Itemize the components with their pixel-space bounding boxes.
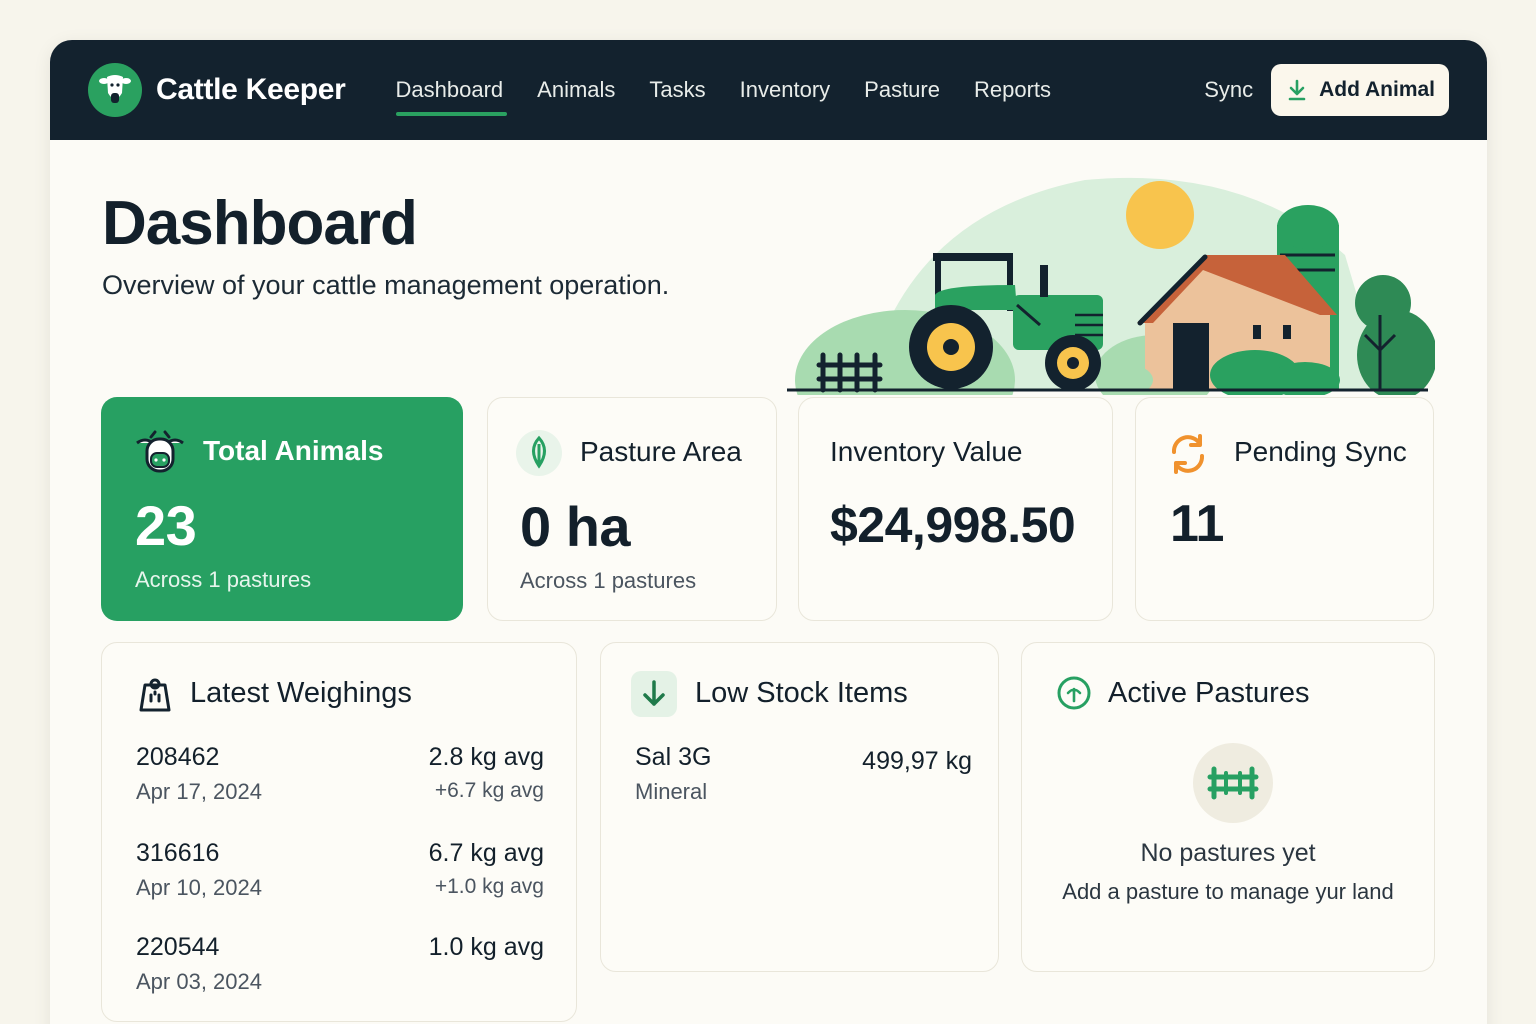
arrow-down-icon <box>631 671 677 722</box>
pasture-area-value: 0 ha <box>520 495 631 558</box>
stock-item-category: Mineral <box>635 779 708 804</box>
scale-weight-icon <box>138 677 172 718</box>
sync-link[interactable]: Sync <box>1204 77 1253 103</box>
page-subtitle: Overview of your cattle management opera… <box>102 270 670 300</box>
total-animals-card[interactable]: Total Animals 23 Across 1 pastures <box>101 397 463 621</box>
pending-sync-title: Pending Sync <box>1234 436 1407 467</box>
nav-link-pasture[interactable]: Pasture <box>864 40 940 140</box>
active-pastures-title: Active Pastures <box>1108 677 1310 709</box>
add-animal-button[interactable]: Add Animal <box>1271 64 1449 116</box>
weighing-row[interactable]: 208462 Apr 17, 2024 2.8 kg avg +6.7 kg a… <box>136 743 544 813</box>
weighing-date: Apr 10, 2024 <box>136 875 262 900</box>
top-navbar: Cattle Keeper Dashboard Animals Tasks In… <box>50 40 1487 140</box>
pasture-area-foot: Across 1 pastures <box>520 568 697 593</box>
app-name: Cattle Keeper <box>156 73 346 106</box>
low-stock-panel: Low Stock Items Sal 3G Mineral 499,97 kg <box>600 642 999 972</box>
inventory-value-card[interactable]: Inventory Value $24,998.50 <box>798 397 1113 621</box>
sprout-circle-icon <box>1056 675 1092 716</box>
weighing-row[interactable]: 316616 Apr 10, 2024 6.7 kg avg +1.0 kg a… <box>136 839 544 909</box>
app-window: Cattle Keeper Dashboard Animals Tasks In… <box>50 40 1487 1024</box>
stock-item-qty: 499,97 kg <box>862 747 972 775</box>
total-animals-foot: Across 1 pastures <box>135 567 312 592</box>
weighing-row[interactable]: 220544 Apr 03, 2024 1.0 kg avg <box>136 933 544 1003</box>
fence-icon <box>1193 743 1273 823</box>
nav-links: Dashboard Animals Tasks Inventory Pastur… <box>395 40 1086 140</box>
nav-actions: Sync Add Animal <box>1204 64 1449 116</box>
stock-item-name: Sal 3G <box>635 743 712 771</box>
weighing-animal-id: 316616 <box>136 839 220 867</box>
empty-pastures-title: No pastures yet <box>1140 839 1316 867</box>
weighing-date: Apr 17, 2024 <box>136 779 262 804</box>
nav-link-reports[interactable]: Reports <box>974 40 1051 140</box>
nav-link-tasks[interactable]: Tasks <box>649 40 705 140</box>
pending-sync-value: 11 <box>1170 495 1224 553</box>
leaf-icon <box>516 430 562 481</box>
empty-pastures-subtitle: Add a pasture to manage yur land <box>1062 879 1394 904</box>
active-pastures-panel: Active Pastures No pastures yet Add a pa… <box>1021 642 1435 972</box>
inventory-value-value: $24,998.50 <box>830 497 1076 553</box>
weighing-avg: 6.7 kg avg <box>428 839 544 867</box>
sync-arrows-icon <box>1166 432 1210 481</box>
weighing-avg: 1.0 kg avg <box>428 933 544 961</box>
nav-link-dashboard[interactable]: Dashboard <box>395 40 507 140</box>
pasture-area-title: Pasture Area <box>580 436 742 467</box>
add-animal-label: Add Animal <box>1319 78 1435 101</box>
weighing-date: Apr 03, 2024 <box>136 969 262 994</box>
total-animals-title: Total Animals <box>203 435 384 466</box>
weighing-delta: +1.0 kg avg <box>434 875 544 898</box>
latest-weighings-panel: Latest Weighings 208462 Apr 17, 2024 2.8… <box>101 642 577 1022</box>
weighing-animal-id: 208462 <box>136 743 220 771</box>
pasture-area-card[interactable]: Pasture Area 0 ha Across 1 pastures <box>487 397 777 621</box>
inventory-value-title: Inventory Value <box>830 436 1023 467</box>
weighing-avg: 2.8 kg avg <box>428 743 544 771</box>
pending-sync-card[interactable]: Pending Sync 11 <box>1135 397 1434 621</box>
download-arrow-icon <box>1287 79 1307 101</box>
nav-link-inventory[interactable]: Inventory <box>740 40 831 140</box>
stock-item-row[interactable]: Sal 3G Mineral 499,97 kg <box>635 743 972 813</box>
farm-illustration <box>785 175 1437 450</box>
total-animals-value: 23 <box>135 494 197 557</box>
page-title: Dashboard <box>102 189 418 258</box>
latest-weighings-title: Latest Weighings <box>190 677 412 709</box>
weighing-animal-id: 220544 <box>136 933 220 961</box>
brand[interactable]: Cattle Keeper <box>88 63 346 117</box>
nav-link-animals[interactable]: Animals <box>537 40 615 140</box>
cow-head-icon <box>88 63 142 117</box>
weighing-delta: +6.7 kg avg <box>434 779 544 802</box>
cow-face-icon <box>131 429 189 484</box>
low-stock-title: Low Stock Items <box>695 677 908 709</box>
